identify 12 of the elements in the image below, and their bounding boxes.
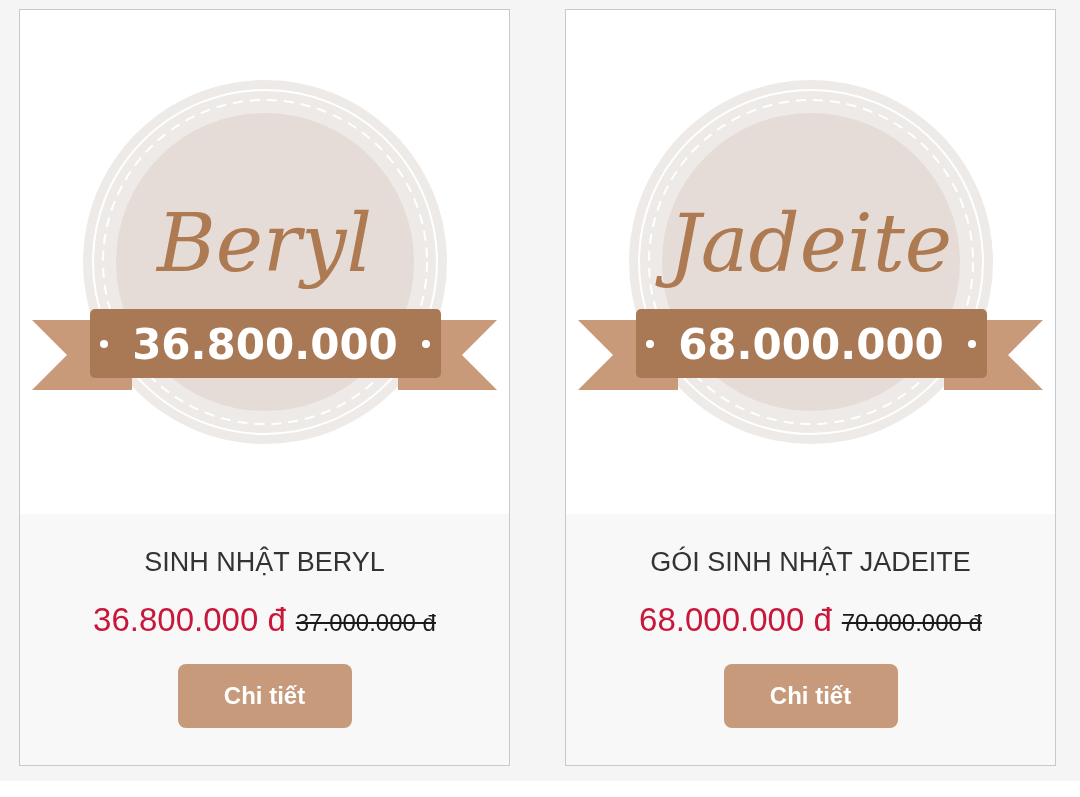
badge-title: Jadeite [652,196,969,292]
details-button[interactable]: Chi tiết [177,664,352,728]
original-price: 70.000.000 đ [841,608,982,638]
badge-title: Beryl [155,196,374,292]
product-title: GÓI SINH NHẬT JADEITE [650,545,971,579]
ribbon-price: 68.000.000 [678,320,944,369]
sale-price: 36.800.000 đ [93,600,286,640]
product-title: SINH NHẬT BERYL [144,545,385,579]
sale-price: 68.000.000 đ [639,600,832,640]
details-button[interactable]: Chi tiết [723,664,898,728]
ribbon-price: 36.800.000 [132,320,398,369]
original-price: 37.000.000 đ [295,608,436,638]
